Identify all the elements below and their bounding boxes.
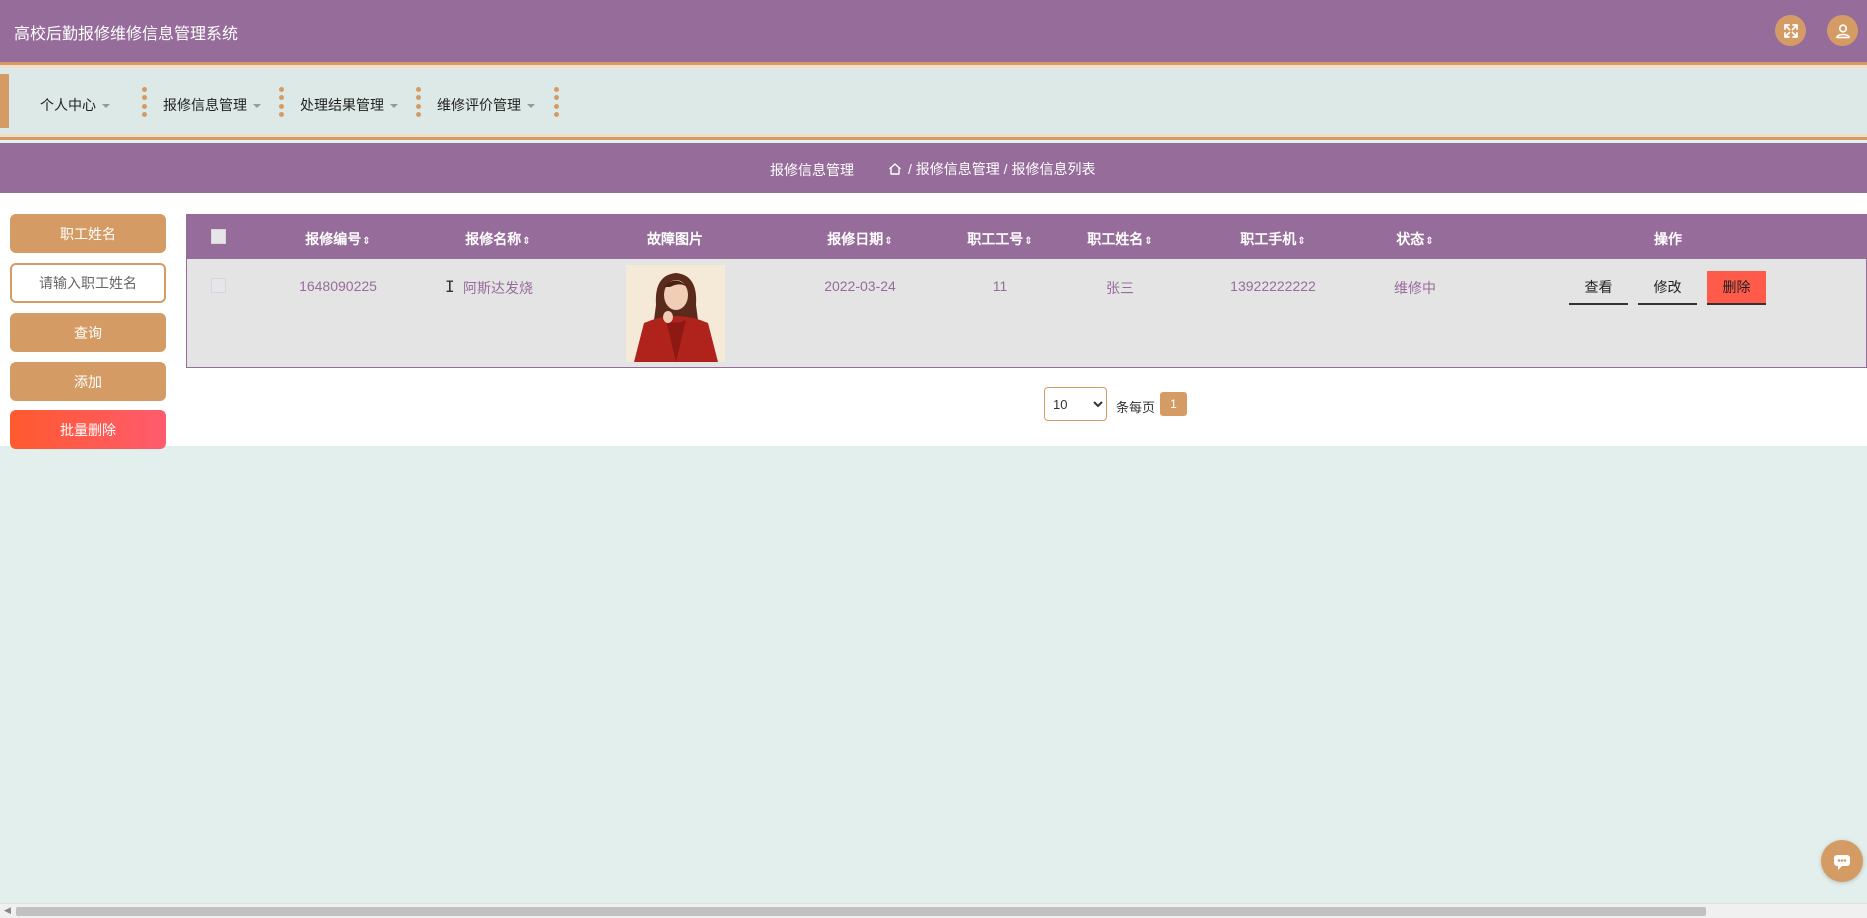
select-all-checkbox[interactable] [211, 229, 226, 244]
sort-icon[interactable]: ⇕ [1425, 236, 1433, 247]
sort-icon[interactable]: ⇕ [1144, 236, 1152, 247]
chat-icon [1834, 855, 1850, 870]
caret-down-icon [527, 104, 535, 108]
breadcrumb-bar: 报修信息管理 / 报修信息管理 / 报修信息列表 [0, 143, 1867, 193]
column-header-label: 职工手机 [1240, 231, 1297, 247]
fullscreen-button[interactable] [1775, 15, 1806, 46]
query-button[interactable]: 查询 [10, 313, 166, 352]
column-header-actions: 操作 [1654, 229, 1682, 249]
cell-id: 1648090225 [299, 278, 377, 294]
nav-item-repair-info[interactable]: 报修信息管理 [163, 95, 261, 115]
sort-icon[interactable]: ⇕ [1024, 236, 1032, 247]
fullscreen-icon [1783, 23, 1798, 38]
cell-date: 2022-03-24 [824, 278, 896, 294]
nav-item-label: 个人中心 [40, 97, 96, 113]
page-button-current[interactable]: 1 [1160, 392, 1187, 416]
caret-down-icon [253, 104, 261, 108]
cell-status: 维修中 [1394, 280, 1436, 296]
nav-item-result[interactable]: 处理结果管理 [300, 95, 398, 115]
column-header-staff-no[interactable]: 职工工号⇕ [967, 229, 1032, 249]
floating-action-button[interactable] [1821, 840, 1863, 882]
row-checkbox[interactable] [211, 278, 226, 293]
staff-name-input[interactable] [10, 263, 166, 303]
per-page-label: 条每页 [1116, 400, 1156, 415]
edit-button[interactable]: 修改 [1638, 271, 1697, 305]
repair-table: 报修编号⇕ 报修名称⇕ 故障图片 报修日期⇕ 职工工号⇕ 职工姓名⇕ 职工手机⇕… [186, 214, 1867, 368]
user-button[interactable] [1827, 15, 1858, 46]
breadcrumb: / 报修信息管理 / 报修信息列表 [888, 159, 1095, 179]
column-header-label: 职工工号 [967, 231, 1024, 247]
sort-icon[interactable]: ⇕ [522, 236, 530, 247]
scrollbar-thumb[interactable] [16, 907, 1706, 916]
sort-icon[interactable]: ⇕ [1297, 236, 1305, 247]
column-header-id[interactable]: 报修编号⇕ [305, 229, 370, 249]
column-header-label: 故障图片 [647, 231, 703, 247]
scroll-left-icon[interactable]: ◀ [4, 905, 11, 916]
sort-icon[interactable]: ⇕ [362, 236, 370, 247]
column-header-label: 报修编号 [305, 231, 362, 247]
main-nav: 个人中心 报修信息管理 处理结果管理 维修评价管理 [0, 62, 1867, 140]
nav-item-label: 维修评价管理 [437, 97, 521, 113]
nav-item-evaluation[interactable]: 维修评价管理 [437, 95, 535, 115]
column-header-label: 报修日期 [827, 231, 884, 247]
column-header-label: 报修名称 [465, 231, 522, 247]
caret-down-icon [390, 104, 398, 108]
nav-separator [416, 87, 421, 117]
app-title: 高校后勤报修维修信息管理系统 [14, 26, 239, 43]
sort-icon[interactable]: ⇕ [884, 236, 892, 247]
cell-staff-no: 11 [992, 278, 1008, 294]
column-header-staff-name[interactable]: 职工姓名⇕ [1087, 229, 1152, 249]
divider [0, 193, 1867, 203]
fault-image[interactable] [626, 265, 725, 362]
table-header: 报修编号⇕ 报修名称⇕ 故障图片 报修日期⇕ 职工工号⇕ 职工姓名⇕ 职工手机⇕… [187, 215, 1867, 259]
batch-delete-button[interactable]: 批量删除 [10, 410, 166, 449]
column-header-label: 操作 [1654, 231, 1682, 247]
search-field-label: 职工姓名 [10, 214, 166, 253]
breadcrumb-path: / 报修信息管理 / 报修信息列表 [908, 161, 1096, 177]
horizontal-scrollbar[interactable]: ◀ [0, 903, 1867, 918]
nav-item-personal-center[interactable]: 个人中心 [40, 95, 110, 115]
cell-phone: 13922222222 [1230, 278, 1316, 294]
nav-accent [0, 74, 9, 128]
cell-staff-name: 张三 [1106, 280, 1134, 296]
nav-separator [279, 87, 284, 117]
add-button[interactable]: 添加 [10, 362, 166, 401]
top-bar: 高校后勤报修维修信息管理系统 [0, 0, 1867, 62]
cell-name: 阿斯达发烧 [463, 280, 533, 296]
user-icon [1835, 23, 1850, 38]
column-header-label: 职工姓名 [1087, 231, 1144, 247]
caret-down-icon [102, 104, 110, 108]
column-header-phone[interactable]: 职工手机⇕ [1240, 229, 1305, 249]
portrait-image [626, 265, 725, 362]
page-title: 报修信息管理 [770, 162, 854, 178]
column-header-date[interactable]: 报修日期⇕ [827, 229, 892, 249]
nav-separator [554, 87, 559, 117]
view-button[interactable]: 查看 [1569, 271, 1628, 305]
nav-separator [142, 87, 147, 117]
home-icon[interactable] [888, 162, 902, 176]
column-header-label: 状态 [1396, 231, 1425, 247]
text-cursor-icon: I [445, 277, 455, 296]
column-header-status[interactable]: 状态⇕ [1396, 229, 1433, 249]
nav-item-label: 报修信息管理 [163, 97, 247, 113]
delete-button[interactable]: 删除 [1707, 271, 1766, 305]
page-size-select[interactable]: 10 [1044, 387, 1107, 421]
nav-item-label: 处理结果管理 [300, 97, 384, 113]
column-header-image: 故障图片 [647, 229, 703, 249]
column-header-name[interactable]: 报修名称⇕ [465, 229, 530, 249]
